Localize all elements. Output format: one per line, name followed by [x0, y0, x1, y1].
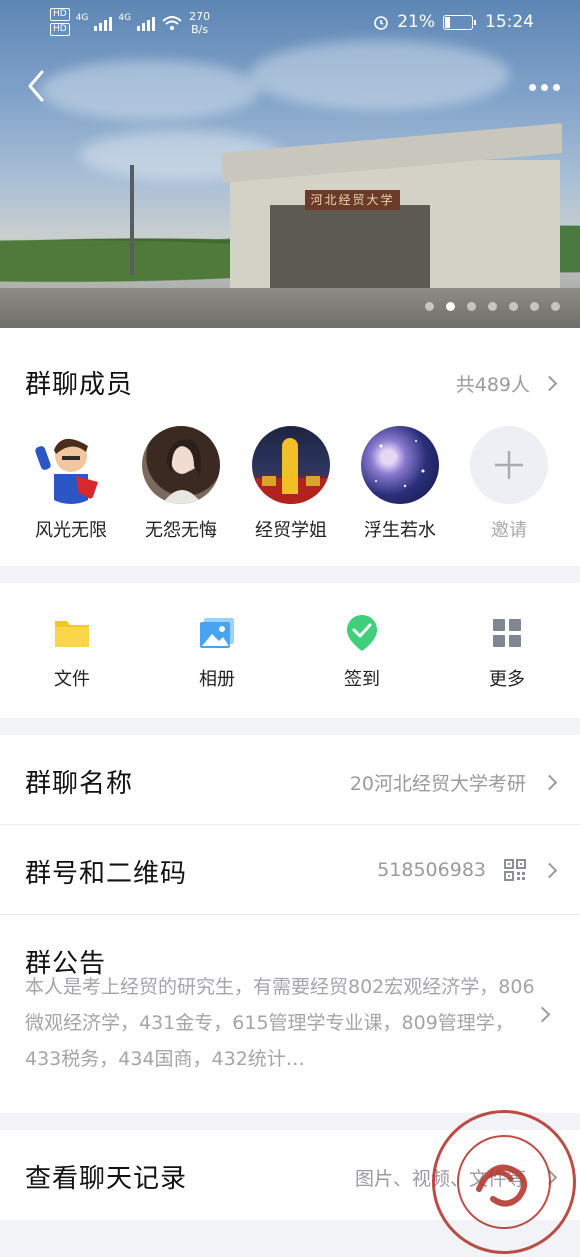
group-name-label: 群聊名称: [25, 769, 134, 799]
plus-icon: [495, 451, 523, 479]
invite-circle: [470, 426, 548, 504]
invite-button[interactable]: 邀请: [454, 426, 564, 542]
carousel-dot: [425, 302, 434, 311]
members-section: 群聊成员 共489人 风光无限 无怨无悔 经贸学姐 浮生若水 邀请: [0, 328, 580, 566]
qr-code-icon: [504, 859, 526, 881]
group-name-value: 20河北经贸大学考研: [349, 773, 526, 795]
album-icon: [197, 613, 237, 653]
chevron-right-icon: [541, 774, 558, 791]
member-name: 无怨无悔: [145, 520, 217, 541]
carousel-dot: [530, 302, 539, 311]
group-notice-text: 本人是考上经贸的研究生，有需要经贸802宏观经济学，806微观经济学，431金专…: [25, 976, 535, 1070]
member-item[interactable]: 风光无限: [16, 426, 126, 542]
avatar: [361, 426, 439, 504]
invite-label: 邀请: [491, 520, 527, 541]
cloud-decoration: [40, 60, 260, 120]
member-item[interactable]: 经贸学姐: [236, 426, 346, 542]
more-dot-icon: [540, 83, 548, 91]
hd-badges: HD HD: [50, 8, 70, 38]
back-button[interactable]: [22, 66, 52, 106]
network-speed-value: 270: [189, 10, 211, 23]
files-label: 文件: [54, 669, 90, 690]
cartoon-superhero-avatar: [35, 438, 98, 504]
member-name: 经贸学姐: [255, 520, 327, 541]
group-tools-section: 文件 相册 签到 更多: [0, 583, 580, 718]
avatar: [142, 426, 220, 504]
portrait-photo-avatar: [162, 439, 202, 504]
watermark-seal: [432, 1110, 576, 1254]
avatar: [252, 426, 330, 504]
wifi-icon: [162, 16, 182, 30]
light-pole: [130, 165, 134, 275]
chevron-right-icon: [534, 1006, 551, 1023]
gate-sign: 河北经贸大学: [305, 190, 400, 210]
cloud-decoration: [250, 40, 510, 110]
hd-badge: HD: [50, 8, 70, 21]
network-speed: 270 B/s: [189, 10, 210, 36]
group-id-value: 518506983: [377, 859, 486, 881]
more-tools-button[interactable]: 更多: [457, 613, 557, 691]
chevron-right-icon: [541, 375, 558, 392]
member-item[interactable]: 浮生若水: [345, 426, 455, 542]
checkin-icon: [342, 613, 382, 653]
carousel-dot: [551, 302, 560, 311]
network-type-label: 4G: [75, 13, 89, 23]
seal-logo-icon: [457, 1135, 551, 1229]
signal-icon: [137, 15, 156, 31]
grid-more-icon: [487, 613, 527, 653]
network-speed-unit: B/s: [191, 23, 209, 36]
chat-history-label: 查看聊天记录: [25, 1164, 188, 1194]
member-name: 浮生若水: [364, 520, 436, 541]
chevron-left-icon: [28, 70, 44, 102]
gate-opening: [270, 205, 430, 295]
hd-badge: HD: [50, 23, 70, 36]
carousel-dot: [446, 302, 455, 311]
carousel-dot: [467, 302, 476, 311]
galaxy-photo-avatar: [375, 440, 425, 488]
members-count: 共489人: [455, 374, 530, 396]
clock: 15:24: [485, 12, 534, 32]
member-item[interactable]: 无怨无悔: [126, 426, 236, 542]
group-name-row[interactable]: 群聊名称 20河北经贸大学考研: [0, 735, 580, 824]
battery-icon: [443, 14, 476, 30]
carousel-indicator: [425, 302, 560, 311]
more-options-button[interactable]: [524, 72, 564, 102]
group-id-qr-row[interactable]: 群号和二维码 518506983: [0, 825, 580, 914]
files-button[interactable]: 文件: [22, 613, 122, 691]
avatar: [32, 426, 110, 504]
network-type-label: 4G: [118, 13, 132, 23]
album-button[interactable]: 相册: [167, 613, 267, 691]
more-dot-icon: [552, 83, 560, 91]
member-name: 风光无限: [35, 520, 107, 541]
chevron-right-icon: [541, 862, 558, 878]
status-bar: HD HD 4G 4G 270 B/s 21% 15:24: [0, 0, 580, 44]
group-settings-section: 群聊名称 20河北经贸大学考研 群号和二维码 518506983 群公告 本人是…: [0, 735, 580, 1113]
group-cover-photo[interactable]: 河北经贸大学: [0, 0, 580, 328]
group-id-label: 群号和二维码: [25, 859, 188, 889]
members-count-link[interactable]: 共489人: [455, 370, 558, 397]
alarm-icon: [374, 16, 389, 30]
carousel-dot: [488, 302, 497, 311]
more-dot-icon: [528, 83, 536, 91]
battery-level: [445, 16, 450, 28]
carousel-dot: [509, 302, 518, 311]
album-label: 相册: [199, 669, 235, 690]
battery-percent: 21%: [397, 12, 435, 32]
signal-icon: [94, 15, 113, 31]
folder-icon: [52, 613, 92, 653]
group-notice-row[interactable]: 群公告 本人是考上经贸的研究生，有需要经贸802宏观经济学，806微观经济学，4…: [0, 915, 580, 1113]
more-tools-label: 更多: [489, 669, 525, 690]
checkin-button[interactable]: 签到: [312, 613, 412, 691]
checkin-label: 签到: [344, 669, 380, 690]
members-title: 群聊成员: [25, 370, 134, 400]
landmark-photo-avatar: [252, 438, 330, 504]
